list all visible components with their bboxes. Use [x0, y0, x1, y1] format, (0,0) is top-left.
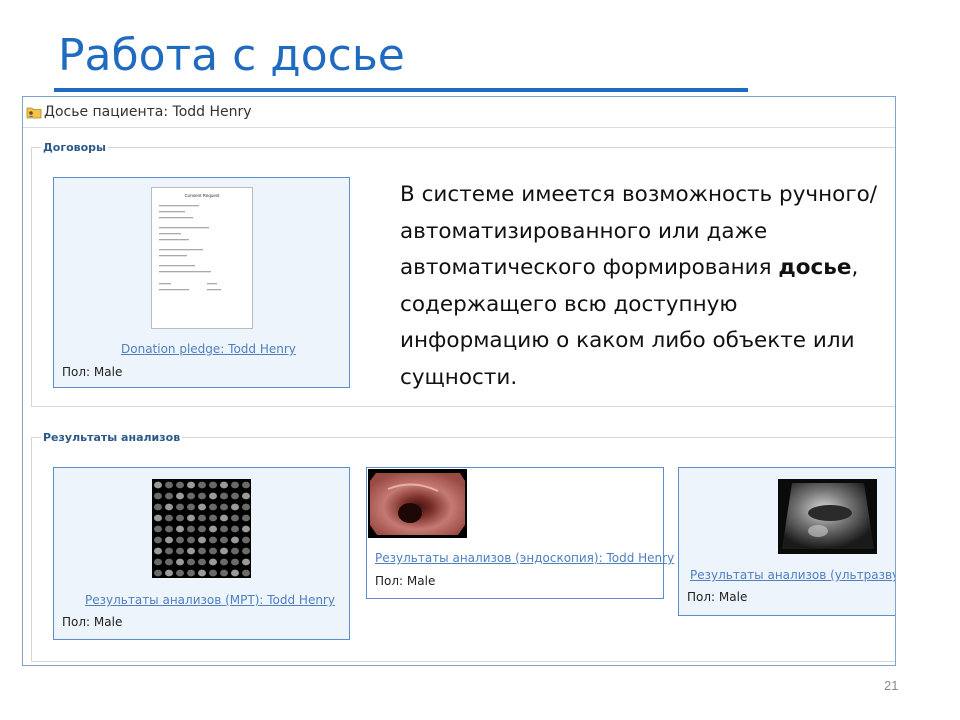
result-gender-ultrasound: Пол: Male — [687, 590, 747, 604]
header-divider — [23, 127, 895, 128]
page-number: 21 — [884, 678, 899, 693]
gender-value: Male — [718, 590, 748, 604]
result-card-endoscopy[interactable]: Результаты анализов (эндоскопия): Todd H… — [366, 467, 674, 599]
result-link-mri[interactable]: Результаты анализов (МРТ): Todd Henry — [85, 593, 335, 607]
gender-label: Пол: — [62, 615, 91, 629]
gender-value: Male — [93, 615, 123, 629]
dossier-window: Досье пациента: Todd Henry Договоры Cons… — [22, 96, 896, 666]
results-legend: Результаты анализов — [41, 431, 183, 444]
gender-label: Пол: — [375, 574, 404, 588]
document-heading: Consent Request — [185, 193, 221, 198]
slide-title: Работа с досье — [58, 30, 405, 81]
result-card-mri[interactable]: Результаты анализов (МРТ): Todd Henry По… — [53, 467, 350, 640]
document-thumbnail[interactable]: Consent Request — [151, 187, 253, 329]
contract-gender: Пол: Male — [62, 365, 122, 379]
contract-card[interactable]: Consent Request Donation pledge: Todd He… — [53, 177, 350, 388]
description-text: В системе имеется возможность ручного/ав… — [400, 182, 878, 390]
title-underline — [54, 88, 748, 92]
result-link-ultrasound[interactable]: Результаты анализов (ультразвук) — [690, 568, 895, 582]
description-bold: досье — [778, 255, 852, 280]
ultrasound-thumbnail[interactable] — [778, 479, 877, 554]
gender-label: Пол: — [687, 590, 716, 604]
result-card-ultrasound[interactable]: Результаты анализов (ультразвук) Пол: Ma… — [678, 467, 895, 616]
gender-value: Male — [406, 574, 436, 588]
gender-label: Пол: — [62, 365, 91, 379]
gender-value: Male — [93, 365, 123, 379]
mri-grid-thumbnail[interactable] — [152, 479, 251, 578]
contracts-legend: Договоры — [41, 141, 108, 154]
result-gender-endoscopy: Пол: Male — [375, 574, 435, 588]
result-link-endoscopy[interactable]: Результаты анализов (эндоскопия): Todd H… — [375, 551, 674, 565]
window-title: Досье пациента: Todd Henry — [44, 104, 252, 120]
folder-user-icon — [26, 107, 42, 119]
window-header: Досье пациента: Todd Henry — [23, 97, 895, 127]
endoscopy-thumbnail[interactable] — [368, 469, 467, 538]
contract-link[interactable]: Donation pledge: Todd Henry — [121, 342, 296, 356]
result-gender-mri: Пол: Male — [62, 615, 122, 629]
